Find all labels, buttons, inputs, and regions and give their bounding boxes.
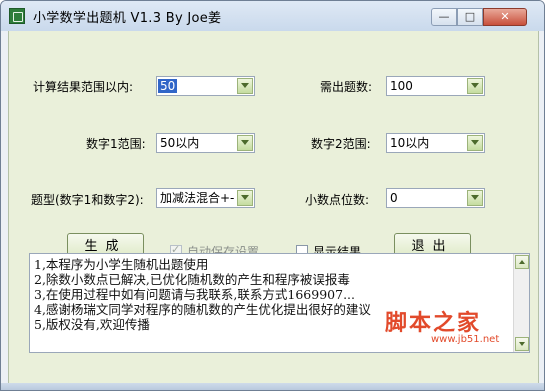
watermark-logo: 脚本之家 <box>385 310 482 336</box>
num2-label: 数字2范围: <box>311 137 371 151</box>
decimal-select-value: 0 <box>390 191 398 205</box>
title-bar[interactable]: 小学数学出题机 V1.3 By Joe姜 — □ ✕ <box>1 1 544 31</box>
scroll-up-icon[interactable] <box>515 255 529 269</box>
range-label: 计算结果范围以内: <box>33 80 134 94</box>
minimize-button[interactable]: — <box>431 8 457 26</box>
window-bottom-border <box>1 383 544 390</box>
num2-select[interactable]: 10以内 <box>386 133 485 153</box>
maximize-button[interactable]: □ <box>457 8 483 26</box>
chevron-down-icon[interactable] <box>467 78 483 94</box>
chevron-down-icon[interactable] <box>237 135 253 151</box>
info-line: 5,版权没有,欢迎传播 <box>34 317 150 332</box>
app-window: 小学数学出题机 V1.3 By Joe姜 — □ ✕ 计算结果范围以内: 50 … <box>0 0 545 391</box>
decimal-select[interactable]: 0 <box>386 188 485 208</box>
range-select[interactable]: 50 <box>156 76 255 96</box>
decimal-label: 小数点位数: <box>305 193 370 207</box>
info-line: 2,除数小数点已解决,已优化随机数的产生和程序被误报毒 <box>34 272 350 287</box>
info-line: 3,在使用过程中如有问题请与我联系,联系方式1669907... <box>34 287 355 302</box>
count-label: 需出题数: <box>320 80 373 94</box>
app-icon[interactable] <box>9 8 25 24</box>
count-select[interactable]: 100 <box>386 76 485 96</box>
vertical-scrollbar[interactable] <box>513 254 529 352</box>
num1-select[interactable]: 50以内 <box>156 133 255 153</box>
chevron-down-icon[interactable] <box>467 190 483 206</box>
num1-select-value: 50以内 <box>160 136 200 150</box>
chevron-down-icon[interactable] <box>237 190 253 206</box>
chevron-down-icon[interactable] <box>467 135 483 151</box>
num2-select-value: 10以内 <box>390 136 430 150</box>
count-select-value: 100 <box>390 79 413 93</box>
info-line: 1,本程序为小学生随机出题使用 <box>34 257 209 272</box>
chevron-down-icon[interactable] <box>237 78 253 94</box>
range-select-value: 50 <box>158 79 178 93</box>
close-button[interactable]: ✕ <box>483 8 527 26</box>
type-label: 题型(数字1和数字2): <box>31 193 144 207</box>
scroll-down-icon[interactable] <box>515 337 529 351</box>
type-select[interactable]: 加减法混合+- <box>156 188 255 208</box>
type-select-value: 加减法混合+- <box>160 191 235 205</box>
watermark-url: www.jb51.net <box>431 334 500 345</box>
num1-label: 数字1范围: <box>86 137 146 151</box>
info-line: 4,感谢杨瑞文同学对程序的随机数的产生优化提出很好的建议 <box>34 302 371 317</box>
window-title: 小学数学出题机 V1.3 By Joe姜 <box>33 11 222 26</box>
